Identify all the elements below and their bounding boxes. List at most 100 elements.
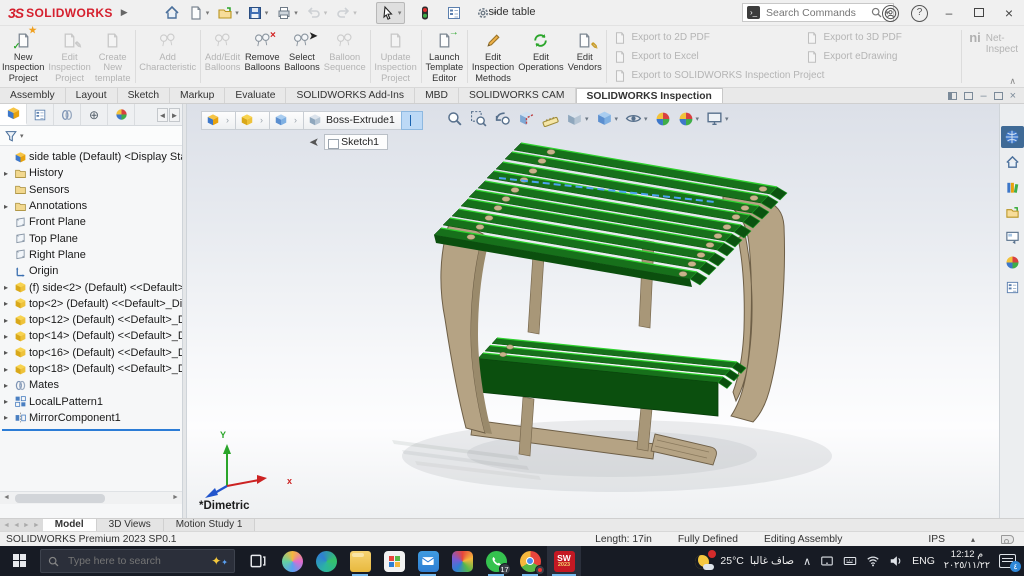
redo-button[interactable]: ▾ xyxy=(332,3,360,23)
custom-properties-button[interactable] xyxy=(1001,276,1024,298)
apply-scene-button[interactable]: ▾ xyxy=(676,110,702,128)
expand-icon[interactable]: ▸ xyxy=(4,413,14,422)
scroll-left-button[interactable]: ◄ xyxy=(0,492,13,504)
mail-button[interactable] xyxy=(411,546,445,576)
tab-sketch[interactable]: Sketch xyxy=(118,88,170,103)
home-pane-button[interactable] xyxy=(1001,151,1024,173)
breadcrumb-feature[interactable]: Boss-Extrude1 xyxy=(303,111,402,130)
save-button[interactable]: ▾ xyxy=(244,3,272,23)
pane-left-icon[interactable] xyxy=(948,92,957,100)
appearances-button[interactable] xyxy=(1001,251,1024,273)
expand-icon[interactable]: ▸ xyxy=(4,202,14,211)
new-document-button[interactable]: ▾ xyxy=(185,3,213,23)
tablet-mode-icon[interactable] xyxy=(820,554,834,568)
next-tab-button[interactable]: ► xyxy=(23,522,30,529)
edit-appearance-button[interactable] xyxy=(653,110,673,128)
doc-restore-icon[interactable] xyxy=(994,92,1003,100)
help-icon[interactable]: ? xyxy=(911,5,928,22)
dimxpert-manager-tab[interactable]: ⊕ xyxy=(81,104,108,125)
doc-close-icon[interactable]: × xyxy=(1010,90,1016,102)
ribbon-collapse-chevron[interactable]: ∧ xyxy=(1009,76,1016,87)
tab-mbd[interactable]: MBD xyxy=(415,88,459,103)
export-edrawing-button[interactable]: Export eDrawing xyxy=(805,47,955,66)
file-explorer-button[interactable] xyxy=(343,546,377,576)
expand-icon[interactable]: ▸ xyxy=(4,365,14,374)
expand-icon[interactable]: ▸ xyxy=(4,169,14,178)
open-button[interactable]: ▾ xyxy=(214,3,242,23)
view-orientation-button[interactable]: ▾ xyxy=(564,109,591,128)
first-tab-button[interactable]: ◄ xyxy=(3,522,10,529)
volume-icon[interactable] xyxy=(889,554,903,568)
tree-item-mates[interactable]: ▸ Mates xyxy=(0,377,182,393)
export-to-3d-pdf-button[interactable]: Export to 3D PDF xyxy=(805,28,955,47)
section-view-button[interactable] xyxy=(516,109,537,128)
whatsapp-button[interactable]: 17 xyxy=(479,546,513,576)
command-search[interactable]: ›_ ▾ xyxy=(742,3,894,22)
tree-item-annotations[interactable]: ▸ Annotations xyxy=(0,198,182,214)
tree-item-top2-component[interactable]: ▸ top<2> (Default) <<Default>_Displa xyxy=(0,296,182,312)
tree-item-top14-component[interactable]: ▸ top<14> (Default) <<Default>_Displ xyxy=(0,328,182,344)
tab-scroll-left[interactable]: ◄ xyxy=(157,108,168,122)
touch-keyboard-icon[interactable] xyxy=(843,554,857,568)
tray-expand-chevron-icon[interactable]: ∧ xyxy=(803,555,811,568)
solidworks-logo[interactable]: 3S SOLIDWORKS ▶ xyxy=(0,5,134,21)
tab-scroll-right[interactable]: ► xyxy=(169,108,180,122)
hide-show-items-button[interactable]: ▾ xyxy=(623,109,650,128)
clock[interactable]: 12:12 م ٢٠٢٥/١١/٢٢ xyxy=(944,550,990,572)
export-to-solidworks-inspection-project-button[interactable]: Export to SOLIDWORKS Inspection Project xyxy=(613,66,955,85)
file-explorer-button[interactable] xyxy=(1001,201,1024,223)
expand-icon[interactable]: ▸ xyxy=(4,397,14,406)
add-characteristic-button[interactable]: Add Characteristic xyxy=(137,26,198,87)
account-icon[interactable] xyxy=(882,5,899,22)
tree-item-top18-component[interactable]: ▸ top<18> (Default) <<Default>_Displ xyxy=(0,361,182,377)
previous-view-button[interactable] xyxy=(492,109,513,128)
tree-item-top12-component[interactable]: ▸ top<12> (Default) <<Default>_Displ xyxy=(0,312,182,328)
start-button[interactable] xyxy=(0,546,40,576)
tab-solidworks-cam[interactable]: SOLIDWORKS CAM xyxy=(459,88,576,103)
tab-motion-study-1[interactable]: Motion Study 1 xyxy=(164,519,256,531)
edit-vendors-button[interactable]: ✎ Edit Vendors xyxy=(566,26,604,87)
tree-item-history[interactable]: ▸ History xyxy=(0,165,182,181)
wifi-icon[interactable] xyxy=(866,554,880,568)
microsoft-store-button[interactable] xyxy=(377,546,411,576)
remove-balloons-button[interactable]: × Remove Balloons xyxy=(242,26,282,87)
tab-layout[interactable]: Layout xyxy=(66,88,118,103)
tab-model[interactable]: Model xyxy=(43,519,97,531)
tab-evaluate[interactable]: Evaluate xyxy=(225,88,286,103)
m365-button[interactable] xyxy=(445,546,479,576)
expand-icon[interactable]: ▸ xyxy=(4,332,14,341)
select-balloons-button[interactable]: ➤ Select Balloons xyxy=(282,26,322,87)
add-edit-balloons-button[interactable]: Add/Edit Balloons xyxy=(203,26,243,87)
side-table-3d-model[interactable] xyxy=(187,104,999,518)
restore-button[interactable] xyxy=(964,0,994,26)
measure-button[interactable] xyxy=(540,109,561,128)
solidworks-resources-button[interactable] xyxy=(1001,126,1024,148)
menu-expand-arrow-icon[interactable]: ▶ xyxy=(121,7,128,18)
export-to-excel-button[interactable]: Export to Excel xyxy=(613,47,801,66)
select-tool-button[interactable]: ▾ xyxy=(376,2,406,24)
breadcrumb-part[interactable]: › xyxy=(235,111,270,130)
solidworks-taskbar-button[interactable]: SW2023 xyxy=(547,546,581,576)
expand-icon[interactable]: ▸ xyxy=(4,316,14,325)
view-palette-button[interactable] xyxy=(1001,226,1024,248)
units-dropdown-icon[interactable]: ▴ xyxy=(971,535,975,544)
tab-solidworks-add-ins[interactable]: SOLIDWORKS Add-Ins xyxy=(286,88,415,103)
breadcrumb-edit-field[interactable] xyxy=(401,111,423,130)
print-button[interactable]: ▾ xyxy=(273,3,301,23)
scroll-right-button[interactable]: ► xyxy=(169,492,182,504)
tree-root[interactable]: side table (Default) <Display State-1> xyxy=(0,149,182,165)
filter-icon[interactable] xyxy=(4,129,18,143)
tree-item-side-component[interactable]: ▸ (f) side<2> (Default) <<Default>_Dis xyxy=(0,279,182,295)
tree-filter-bar[interactable]: ▾ xyxy=(0,126,182,146)
tab-assembly[interactable]: Assembly xyxy=(0,88,66,103)
breadcrumb-assembly[interactable]: › xyxy=(201,111,236,130)
edit-inspection-methods-button[interactable]: Edit Inspection Methods xyxy=(470,26,516,87)
feature-tree-tab[interactable] xyxy=(0,104,27,125)
breadcrumb-sketch[interactable]: Sketch1 xyxy=(324,134,388,150)
zoom-to-fit-button[interactable] xyxy=(444,109,465,128)
tree-horizontal-scrollbar[interactable]: ◄ ► xyxy=(0,491,182,504)
prev-tab-button[interactable]: ◄ xyxy=(13,522,20,529)
zoom-to-area-button[interactable] xyxy=(468,109,489,128)
display-style-button[interactable]: ▾ xyxy=(593,109,620,128)
update-inspection-project-button[interactable]: Update Inspection Project xyxy=(372,26,418,87)
